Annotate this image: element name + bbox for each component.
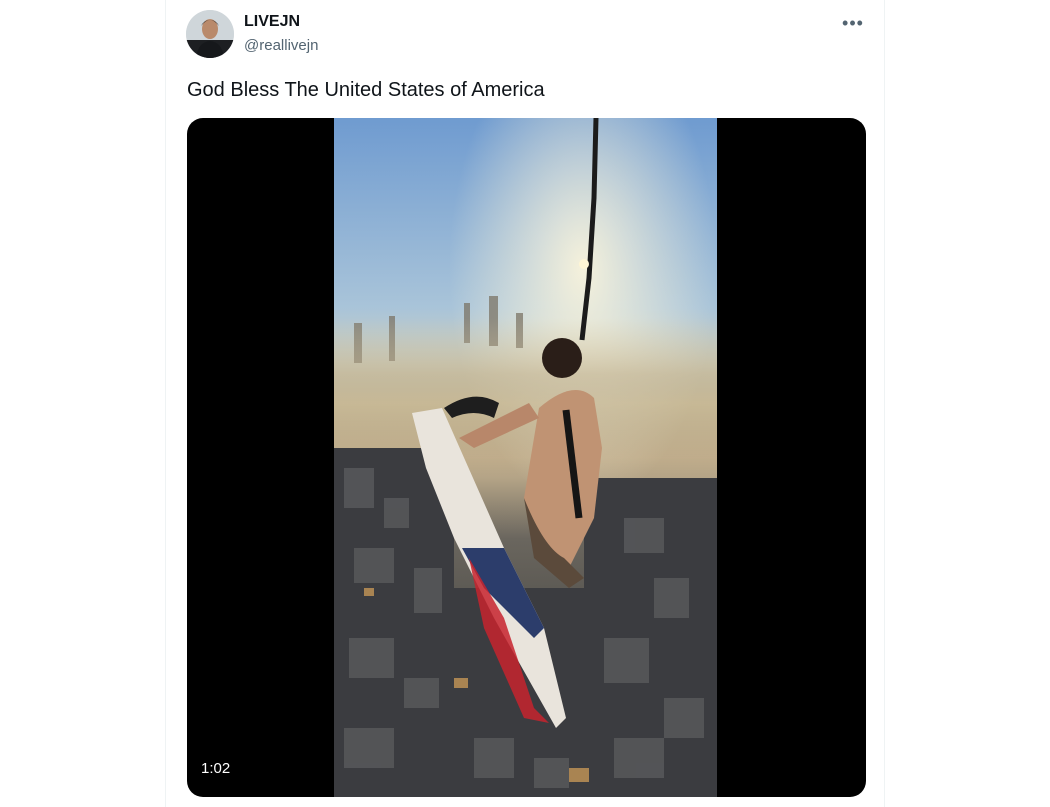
video-thumbnail: [334, 118, 717, 797]
avatar-photo-icon: [186, 10, 234, 58]
video-frame-image: [334, 118, 717, 797]
tweet-text: God Bless The United States of America: [187, 79, 545, 101]
author-handle[interactable]: @reallivejn: [244, 36, 318, 56]
more-options-button[interactable]: •••: [836, 6, 870, 40]
tweet-card[interactable]: LIVEJN @reallivejn ••• God Bless The Uni…: [165, 0, 885, 807]
author-display-name[interactable]: LIVEJN: [244, 12, 318, 32]
author-avatar[interactable]: [186, 10, 234, 58]
tweet-video[interactable]: 1:02: [187, 118, 866, 797]
video-duration: 1:02: [201, 760, 231, 777]
page: LIVEJN @reallivejn ••• God Bless The Uni…: [0, 0, 1050, 807]
more-horizontal-icon: •••: [842, 12, 864, 33]
tweet-author: LIVEJN @reallivejn: [244, 12, 318, 56]
